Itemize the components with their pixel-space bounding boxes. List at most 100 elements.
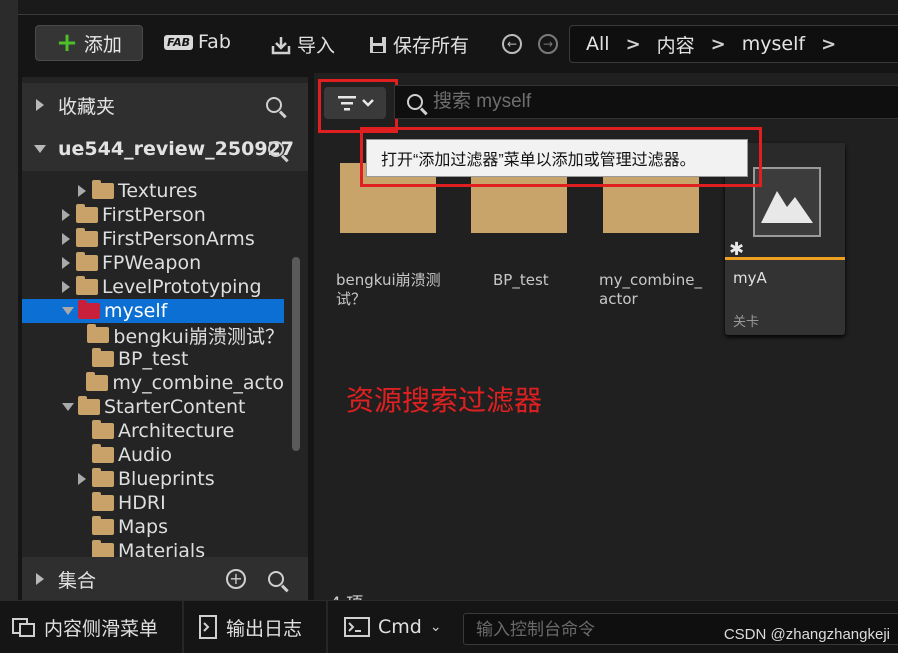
tree-row[interactable]: my_combine_acto <box>22 371 284 395</box>
tree-label: LevelPrototyping <box>102 276 262 298</box>
search-icon[interactable] <box>266 97 282 113</box>
expand-right-icon[interactable] <box>36 573 44 585</box>
tree-label: FPWeapon <box>102 252 202 274</box>
chevron-right-icon[interactable]: > <box>626 34 641 55</box>
tree-label: BP_test <box>118 348 189 370</box>
expand-down-icon[interactable] <box>34 145 46 153</box>
cmd-dropdown[interactable]: Cmd ⌄ <box>344 601 442 653</box>
save-all-button[interactable]: 保存所有 <box>368 31 469 58</box>
expand-right-icon[interactable] <box>78 473 86 485</box>
tree-scrollbar[interactable] <box>292 257 300 451</box>
tree-row[interactable]: Textures <box>22 179 284 203</box>
tree-row[interactable]: FPWeapon <box>22 251 284 275</box>
tree-label: my_combine_acto <box>112 372 284 394</box>
level-icon <box>753 167 821 237</box>
history-forward-icon[interactable]: → <box>538 34 558 54</box>
expand-right-icon[interactable] <box>78 185 86 197</box>
tree-row[interactable]: StarterContent <box>22 395 284 419</box>
search-icon <box>407 94 423 110</box>
project-header[interactable]: ue544_review_250927 <box>22 127 308 171</box>
folder-icon <box>92 444 114 463</box>
terminal-icon <box>344 617 370 637</box>
asset-type: 关卡 <box>733 315 760 330</box>
breadcrumb-content[interactable]: 内容 <box>657 31 695 58</box>
annotation-text: 资源搜索过滤器 <box>346 384 543 417</box>
expand-down-icon[interactable] <box>62 403 74 411</box>
project-label: ue544_review_250927 <box>58 138 294 160</box>
import-button[interactable]: 导入 <box>270 31 335 58</box>
collections-label: 集合 <box>58 569 97 592</box>
expand-right-icon[interactable] <box>62 257 70 269</box>
folder-icon <box>92 492 114 511</box>
expand-right-icon[interactable] <box>62 281 70 293</box>
folder-icon <box>76 204 98 223</box>
expand-right-icon[interactable] <box>62 233 70 245</box>
asset-name: BP_test <box>493 271 549 289</box>
divider <box>182 601 184 653</box>
import-icon <box>271 36 291 54</box>
breadcrumb-all[interactable]: All <box>586 33 610 55</box>
watermark: CSDN @zhangzhangkeji <box>723 626 890 643</box>
fab-button[interactable]: FAB Fab <box>164 31 231 53</box>
folder-icon <box>76 276 98 295</box>
plus-icon: + <box>56 28 78 58</box>
tree-label: Textures <box>118 180 198 202</box>
collections-header[interactable]: 集合 + <box>22 557 308 601</box>
expand-right-icon[interactable] <box>62 209 70 221</box>
chevron-right-icon[interactable]: > <box>711 34 726 55</box>
save-icon <box>370 36 386 53</box>
tree-label: myself <box>104 300 168 322</box>
history-back-icon[interactable]: ← <box>502 34 522 54</box>
chevron-right-icon[interactable]: > <box>821 34 836 55</box>
tree-label: Maps <box>118 516 168 538</box>
tree-row[interactable]: LevelPrototyping <box>22 275 284 299</box>
output-log-button[interactable]: 输出日志 <box>198 601 302 653</box>
tree-row[interactable]: HDRI <box>22 491 284 515</box>
breadcrumb-myself[interactable]: myself <box>742 33 805 55</box>
tree-row[interactable]: Audio <box>22 443 284 467</box>
tree-row[interactable]: FirstPerson <box>22 203 284 227</box>
tree-label: Blueprints <box>118 468 215 490</box>
folder-icon <box>92 348 114 367</box>
tree-row[interactable]: myself <box>22 299 284 323</box>
content-drawer-button[interactable]: 内容侧滑菜单 <box>12 601 158 653</box>
expand-right-icon[interactable] <box>36 99 44 111</box>
toolbar: + 添加 FAB Fab 导入 保存所有 ← → All > 内容 > myse… <box>18 15 898 73</box>
content-browser-window: + 添加 FAB Fab 导入 保存所有 ← → All > 内容 > myse… <box>18 14 898 614</box>
tree-row[interactable]: Architecture <box>22 419 284 443</box>
folder-icon <box>92 468 114 487</box>
content-drawer-label: 内容侧滑菜单 <box>44 617 159 640</box>
content-drawer-icon <box>12 618 35 637</box>
search-input[interactable] <box>431 90 875 114</box>
asset-name: myA <box>733 269 767 287</box>
asset-name: bengkui崩溃测试？ <box>336 271 441 308</box>
tree-row[interactable]: bengkui崩溃测试？ <box>22 323 284 348</box>
add-label: 添加 <box>83 33 122 56</box>
folder-icon <box>76 228 98 247</box>
add-button[interactable]: + 添加 <box>35 25 143 61</box>
viewport-edge <box>0 0 18 600</box>
folder-icon <box>92 516 114 535</box>
favorites-header[interactable]: 收藏夹 <box>22 83 308 127</box>
search-icon[interactable] <box>268 571 284 587</box>
fab-logo-icon: FAB <box>164 34 193 50</box>
tree-label: HDRI <box>118 492 166 514</box>
tree-label: Audio <box>118 444 173 466</box>
folder-icon <box>78 300 100 319</box>
tree-row[interactable]: BP_test <box>22 347 284 371</box>
folder-icon <box>87 324 110 343</box>
divider <box>326 601 328 653</box>
asset-view: 打开“添加过滤器”菜单以添加或管理过滤器。 bengkui崩溃测试？ BP_te… <box>314 73 898 614</box>
search-bar[interactable] <box>394 85 898 119</box>
cmd-label: Cmd <box>378 616 422 638</box>
tree-row[interactable]: Blueprints <box>22 467 284 491</box>
tree-row[interactable]: FirstPersonArms <box>22 227 284 251</box>
folder-icon <box>76 252 98 271</box>
search-icon[interactable] <box>268 141 284 157</box>
tree-label: StarterContent <box>104 396 246 418</box>
fab-label: Fab <box>198 31 231 53</box>
add-collection-icon[interactable]: + <box>226 569 246 589</box>
highlight-box-tooltip <box>360 127 762 187</box>
expand-down-icon[interactable] <box>62 307 74 315</box>
tree-row[interactable]: Maps <box>22 515 284 539</box>
